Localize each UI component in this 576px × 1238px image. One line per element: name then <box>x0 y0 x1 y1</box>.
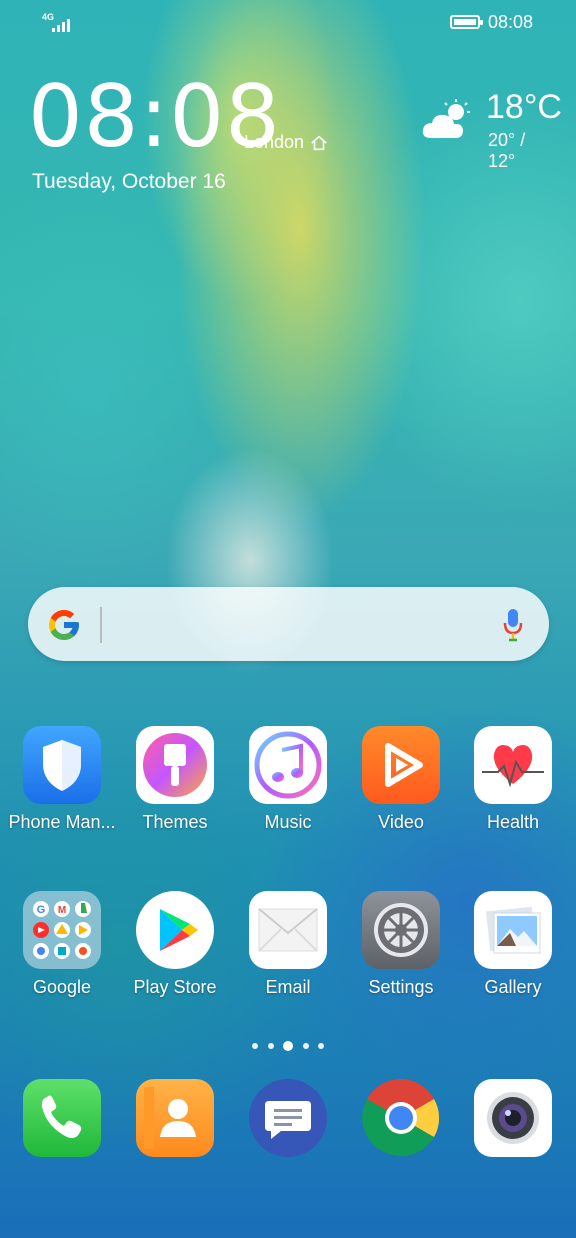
app-label: Settings <box>368 977 434 997</box>
play-icon <box>362 726 440 804</box>
app-themes[interactable]: Themes <box>120 726 230 833</box>
battery-icon <box>450 15 483 29</box>
page-dot[interactable] <box>302 1043 309 1049</box>
clock-weather-widget[interactable]: 08:08 London Tuesday, October 16 18°C 20… <box>28 74 562 204</box>
page-dot[interactable] <box>267 1043 274 1049</box>
city-name: London <box>244 132 305 152</box>
app-health[interactable]: Health <box>458 726 568 833</box>
chrome-icon <box>362 1079 440 1157</box>
signal-icon: 4G <box>42 12 82 34</box>
paintbrush-icon <box>136 726 214 804</box>
chat-bubble-icon <box>249 1079 327 1157</box>
partly-cloudy-icon <box>422 99 470 138</box>
music-note-icon <box>249 726 327 804</box>
microphone-icon[interactable] <box>503 607 523 643</box>
app-play-store[interactable]: Play Store <box>120 891 230 998</box>
app-label: Music <box>264 812 312 832</box>
app-label: Themes <box>142 812 208 832</box>
dock-messages[interactable] <box>233 1079 343 1157</box>
app-settings[interactable]: Settings <box>346 891 456 998</box>
status-time: 08:08 <box>488 12 534 32</box>
city-label: London <box>244 132 328 153</box>
app-label: Video <box>378 812 424 832</box>
app-video[interactable]: Video <box>346 726 456 833</box>
temperature: 18°C <box>486 88 562 126</box>
folder-icon: G M <box>23 891 101 969</box>
shield-icon <box>23 726 101 804</box>
home-icon <box>311 135 327 150</box>
page-dot[interactable] <box>252 1043 258 1049</box>
app-label: Google <box>32 977 92 997</box>
svg-text:G: G <box>37 904 46 916</box>
app-music[interactable]: Music <box>233 726 343 833</box>
app-label: Phone Man... <box>8 812 116 832</box>
heart-pulse-icon <box>474 726 552 804</box>
date-label[interactable]: Tuesday, October 16 <box>32 170 226 194</box>
svg-text:M: M <box>58 905 66 916</box>
dock-phone[interactable] <box>7 1079 117 1157</box>
play-store-icon <box>136 891 214 969</box>
app-gallery[interactable]: Gallery <box>458 891 568 998</box>
google-search-bar[interactable] <box>28 587 549 661</box>
page-dot[interactable] <box>318 1043 324 1049</box>
dock-contacts[interactable] <box>120 1079 230 1157</box>
photo-icon <box>474 891 552 969</box>
dock-camera[interactable] <box>458 1079 568 1157</box>
google-g-logo[interactable] <box>46 607 82 643</box>
app-label: Health <box>486 812 540 832</box>
search-divider <box>100 607 102 643</box>
gear-icon <box>362 891 440 969</box>
page-dot-active[interactable] <box>283 1041 293 1051</box>
contact-person-icon <box>136 1079 214 1157</box>
camera-lens-icon <box>474 1079 552 1157</box>
app-label: Gallery <box>484 977 542 997</box>
dock-chrome[interactable] <box>346 1079 456 1157</box>
envelope-icon <box>249 891 327 969</box>
temperature-range: 20° / 12° <box>488 130 526 171</box>
app-label: Play Store <box>133 977 217 997</box>
app-google-folder[interactable]: G M Google <box>7 891 117 998</box>
app-phone-manager[interactable]: Phone Man... <box>7 726 117 833</box>
clock-time[interactable]: 08:08 <box>28 74 281 160</box>
phone-handset-icon <box>23 1079 101 1157</box>
app-email[interactable]: Email <box>233 891 343 998</box>
status-bar: 4G 08:08 <box>0 0 576 44</box>
page-indicator[interactable] <box>252 1040 324 1052</box>
app-label: Email <box>265 977 311 997</box>
